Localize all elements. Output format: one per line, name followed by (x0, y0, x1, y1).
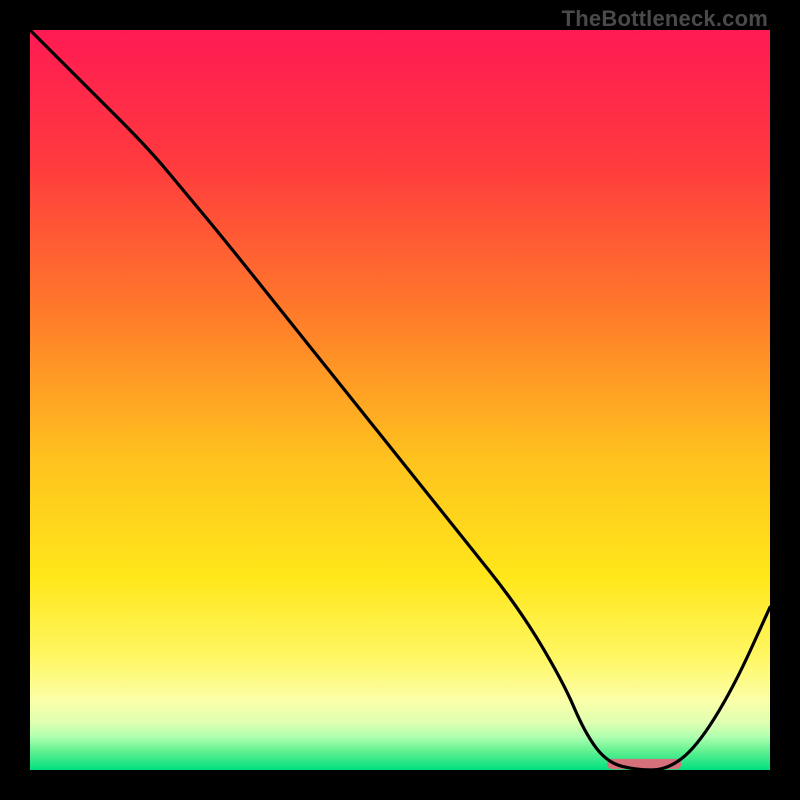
watermark-text: TheBottleneck.com (562, 6, 768, 32)
chart-frame (30, 30, 770, 770)
bottleneck-chart (30, 30, 770, 770)
